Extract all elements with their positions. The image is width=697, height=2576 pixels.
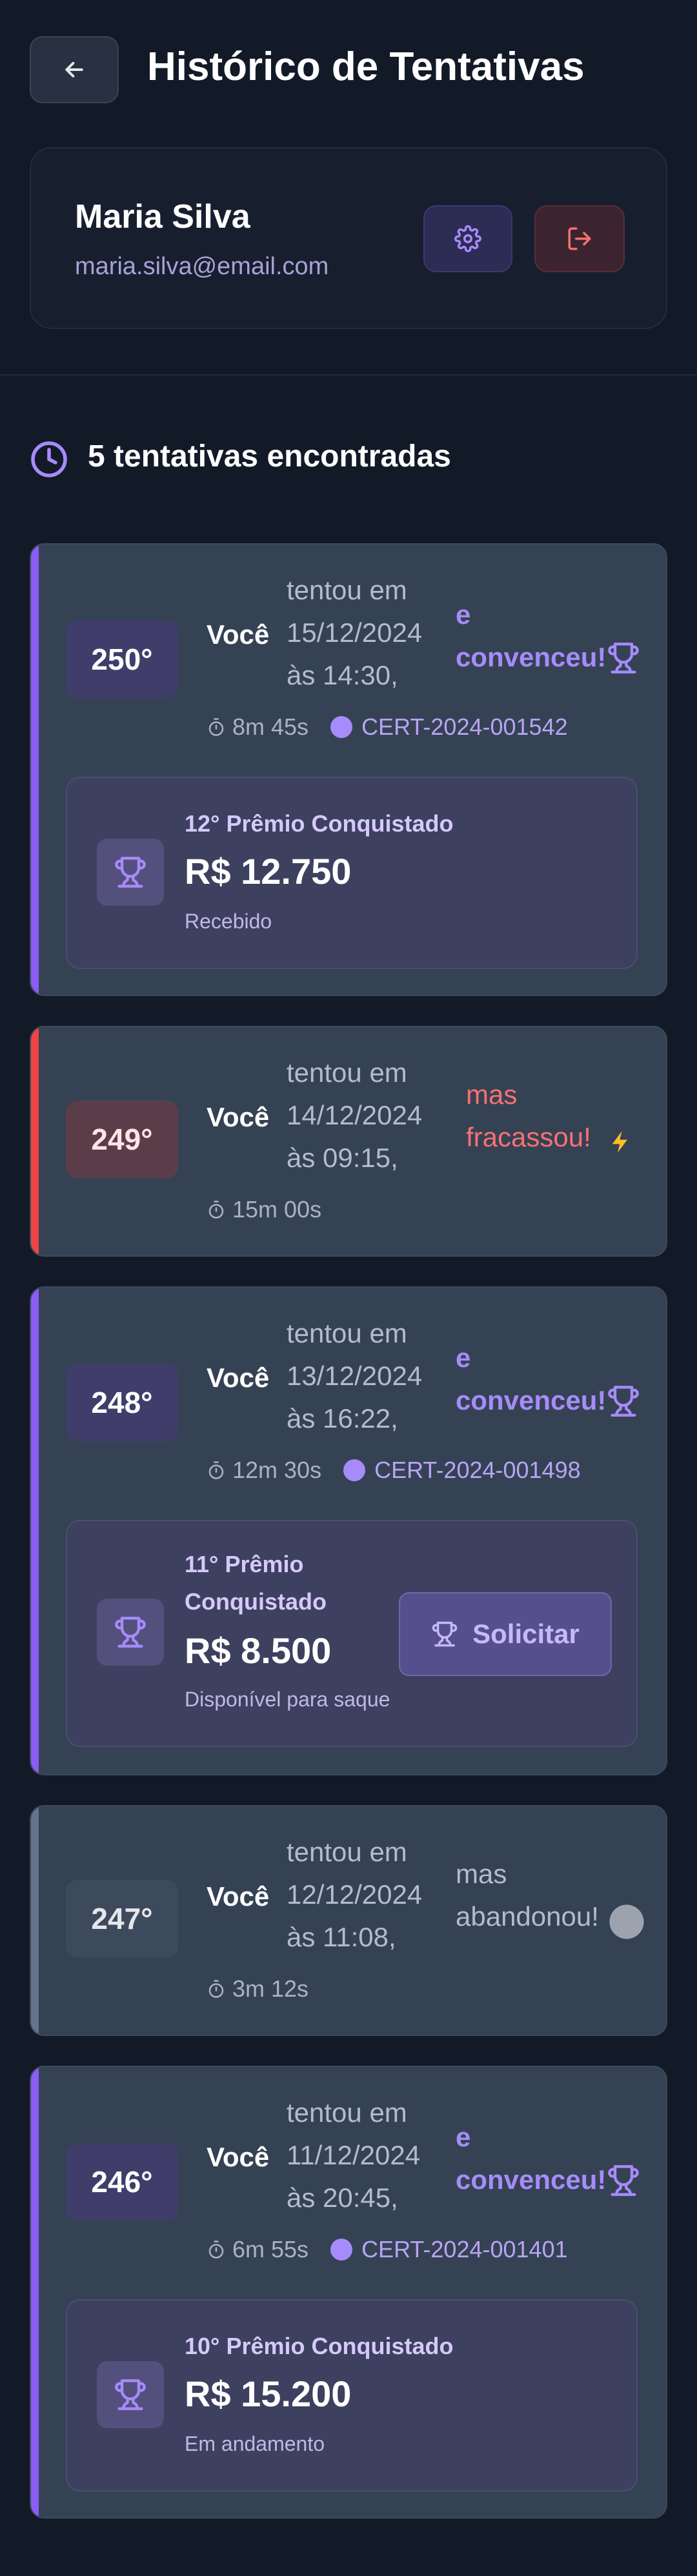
timer-icon: [207, 1979, 226, 1999]
degree-badge: 246°: [66, 2143, 178, 2221]
attempt-card[interactable]: 249° Você tentou em 14/12/2024 às 09:15, m…: [30, 1026, 667, 1257]
attempt-outcome: mas abandonou!: [456, 1859, 599, 1932]
attempt-card[interactable]: 247° Você tentou em 12/12/2024 às 11:08, m…: [30, 1805, 667, 2036]
arrow-left-icon: [61, 57, 87, 83]
attempt-duration: 15m 00s: [232, 1196, 322, 1223]
timer-icon: [207, 717, 226, 737]
prize-label: 12° Prêmio Conquistado: [185, 810, 454, 837]
divider: [0, 374, 697, 375]
prize-panel: 11° Prêmio Conquistado R$ 8.500 Disponíve…: [66, 1520, 638, 1747]
certificate-id[interactable]: CERT-2024-001401: [361, 2236, 568, 2263]
attempt-card[interactable]: 250° Você tentou em 15/12/2024 às 14:30, e…: [30, 543, 667, 996]
attempt-user: Você: [207, 1363, 270, 1393]
certificate-id[interactable]: CERT-2024-001542: [361, 714, 568, 741]
prize-value: R$ 12.750: [185, 851, 352, 892]
status-accent: [31, 544, 39, 995]
prize-panel: 12° Prêmio Conquistado R$ 12.750 Recebid…: [66, 777, 638, 969]
attempt-duration: 6m 55s: [232, 2236, 309, 2262]
attempt-outcome: e convenceu!: [456, 599, 607, 672]
claim-button-label: Solicitar: [472, 1619, 580, 1649]
prize-status: Disponível para saque: [185, 1688, 390, 1711]
attempt-meta: 15m 00s: [207, 1196, 321, 1223]
timer-icon: [207, 1461, 226, 1480]
trophy-icon: [607, 1384, 640, 1418]
settings-button[interactable]: [423, 205, 512, 272]
attempt-meta: 12m 30s CERT-2024-001498: [207, 1457, 581, 1484]
prize-trophy-icon: [97, 839, 164, 906]
prize-status: Recebido: [185, 910, 272, 933]
prize-label: 10° Prêmio Conquistado: [185, 2333, 454, 2359]
trophy-icon: [431, 1621, 458, 1648]
attempts-count: 5 tentativas encontradas: [88, 439, 451, 474]
prize-value: R$ 8.500: [185, 1630, 332, 1671]
back-button[interactable]: [30, 36, 119, 103]
degree-badge: 248°: [66, 1364, 178, 1441]
attempt-meta: 6m 55s CERT-2024-001401: [207, 2236, 568, 2263]
status-accent: [31, 1288, 39, 1774]
attempt-date: tentou em 12/12/2024 às 11:08,: [287, 1837, 423, 1952]
certificate-dot-icon: [343, 1459, 366, 1481]
degree-badge: 247°: [66, 1880, 178, 1957]
attempt-date: tentou em 14/12/2024 às 09:15,: [287, 1057, 423, 1173]
attempt-date: tentou em 13/12/2024 às 16:22,: [287, 1318, 423, 1433]
trophy-icon: [607, 641, 640, 675]
certificate-dot-icon: [330, 716, 353, 738]
logout-icon: [566, 225, 593, 252]
status-accent: [31, 1806, 39, 2035]
attempt-card[interactable]: 246° Você tentou em 11/12/2024 às 20:45, e…: [30, 2066, 667, 2519]
timer-icon: [207, 1200, 226, 1219]
trophy-icon: [607, 2164, 640, 2197]
certificate-id[interactable]: CERT-2024-001498: [374, 1457, 581, 1484]
attempt-date: tentou em 11/12/2024 às 20:45,: [287, 2097, 421, 2213]
user-name: Maria Silva: [75, 198, 250, 235]
status-accent: [31, 1027, 39, 1255]
attempt-user: Você: [207, 2142, 270, 2172]
attempt-outcome: mas fracassou!: [466, 1079, 591, 1152]
degree-badge: 250°: [66, 621, 178, 698]
certificate-dot-icon: [330, 2239, 353, 2261]
prize-label: 11° Prêmio Conquistado: [185, 1551, 327, 1615]
user-email: maria.silva@email.com: [75, 253, 329, 280]
attempt-user: Você: [207, 619, 270, 650]
user-card: Maria Silva maria.silva@email.com: [30, 147, 667, 329]
attempt-date: tentou em 15/12/2024 às 14:30,: [287, 575, 423, 690]
prize-trophy-icon: [97, 1599, 164, 1666]
attempt-outcome: e convenceu!: [456, 1343, 607, 1415]
attempt-duration: 12m 30s: [232, 1457, 322, 1483]
clock-icon: [30, 440, 68, 479]
attempt-user: Você: [207, 1102, 270, 1132]
logout-button[interactable]: [534, 205, 625, 272]
degree-badge: 249°: [66, 1101, 178, 1178]
timer-icon: [207, 2240, 226, 2259]
app-header: Histórico de Tentativas: [0, 0, 697, 139]
attempt-duration: 3m 12s: [232, 1975, 309, 2002]
attempt-user: Você: [207, 1881, 270, 1912]
status-accent: [31, 2067, 39, 2517]
page-title: Histórico de Tentativas: [147, 45, 585, 89]
attempt-duration: 8m 45s: [232, 714, 309, 740]
circle-icon: [608, 1903, 645, 1941]
claim-button[interactable]: Solicitar: [399, 1592, 612, 1676]
attempt-meta: 3m 12s: [207, 1975, 308, 2002]
prize-panel: 10° Prêmio Conquistado R$ 15.200 Em anda…: [66, 2299, 638, 2491]
gear-icon: [454, 225, 481, 252]
attempt-outcome: e convenceu!: [456, 2122, 607, 2195]
prize-trophy-icon: [97, 2361, 164, 2428]
lightning-icon: [608, 1126, 634, 1157]
prize-status: Em andamento: [185, 2432, 325, 2455]
attempt-card[interactable]: 248° Você tentou em 13/12/2024 às 16:22, e…: [30, 1286, 667, 1775]
attempt-meta: 8m 45s CERT-2024-001542: [207, 714, 568, 741]
prize-value: R$ 15.200: [185, 2373, 352, 2414]
